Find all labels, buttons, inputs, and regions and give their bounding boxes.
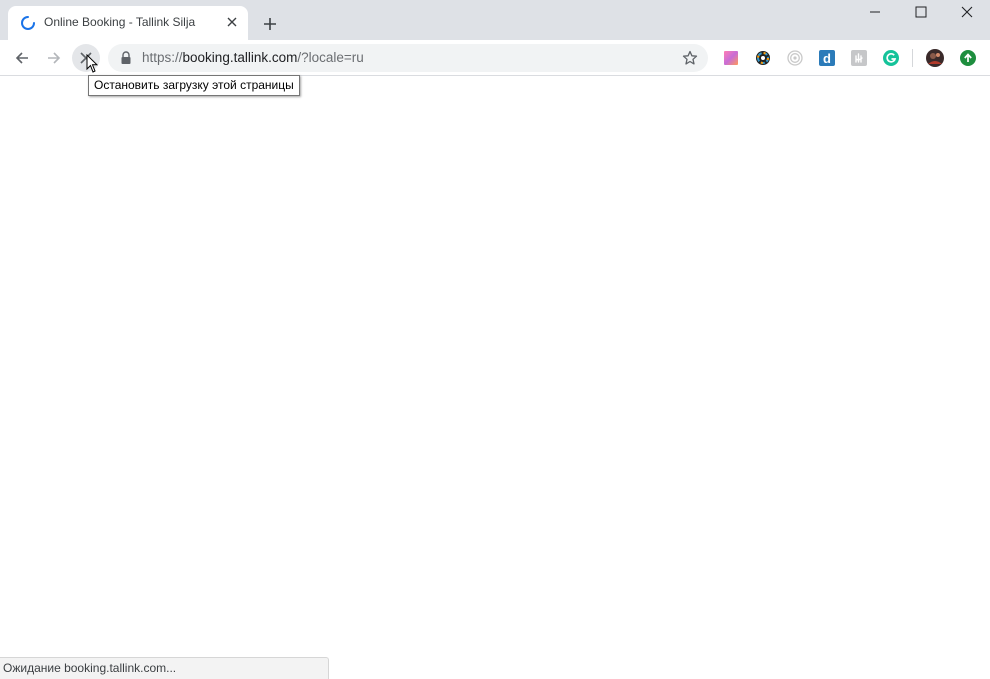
avatar-icon[interactable] <box>926 49 944 67</box>
toolbar: https://booking.tallink.com/?locale=ru d <box>0 40 990 76</box>
close-icon <box>961 6 973 18</box>
hand-icon[interactable] <box>850 49 868 67</box>
status-bubble: Ожидание booking.tallink.com... <box>0 657 329 679</box>
loading-spinner-icon <box>21 16 35 30</box>
spiral-icon[interactable] <box>786 49 804 67</box>
letter-d-icon[interactable]: d <box>818 49 836 67</box>
url-path: /?locale=ru <box>297 50 364 65</box>
minimize-button[interactable] <box>852 0 898 24</box>
forward-button[interactable] <box>40 44 68 72</box>
tab-title: Online Booking - Tallink Silja <box>44 15 196 29</box>
maximize-button[interactable] <box>898 0 944 24</box>
maximize-icon <box>915 6 927 18</box>
gradient-square-icon[interactable] <box>722 49 740 67</box>
back-arrow-icon <box>15 52 28 64</box>
update-arrow-icon[interactable] <box>959 49 977 67</box>
lock-icon[interactable] <box>120 51 132 65</box>
forward-arrow-icon <box>48 52 61 64</box>
svg-text:d: d <box>823 51 831 66</box>
new-tab-button[interactable] <box>258 12 282 36</box>
mouse-cursor-icon <box>86 54 98 73</box>
address-bar[interactable]: https://booking.tallink.com/?locale=ru <box>108 44 708 72</box>
url-scheme: https:// <box>142 50 183 65</box>
close-window-button[interactable] <box>944 0 990 24</box>
plus-icon <box>264 18 276 30</box>
toolbar-divider <box>912 49 913 67</box>
star-icon[interactable] <box>682 50 698 66</box>
url-host: booking.tallink.com <box>182 50 298 65</box>
back-button[interactable] <box>8 44 36 72</box>
color-wheel-icon[interactable] <box>754 49 772 67</box>
browser-window: Online Booking - Tallink Silja https://b… <box>0 0 990 679</box>
grammarly-icon[interactable] <box>882 49 900 67</box>
stop-tooltip: Остановить загрузку этой страницы <box>88 75 300 96</box>
minimize-icon <box>870 11 880 13</box>
tab-active[interactable]: Online Booking - Tallink Silja <box>8 6 248 40</box>
tab-strip: Online Booking - Tallink Silja <box>0 0 990 40</box>
tab-close-icon[interactable] <box>224 14 240 30</box>
url-text: https://booking.tallink.com/?locale=ru <box>142 50 364 65</box>
